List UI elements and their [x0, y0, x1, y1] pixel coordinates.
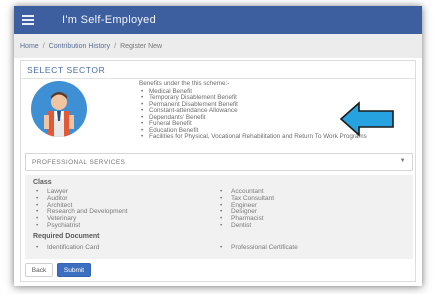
arrow-left-icon — [339, 101, 394, 137]
breadcrumb-separator: / — [114, 42, 117, 50]
breadcrumb: Home / Contribution History / Register N… — [14, 34, 422, 58]
document-item: Professional Certificate — [217, 244, 407, 252]
back-button[interactable]: Back — [25, 263, 53, 277]
caret-down-icon: ▼ — [399, 158, 406, 164]
benefits-intro: Benefits under the this scheme:- — [139, 80, 230, 87]
class-list-right: Accountant Tax Consultant Engineer Desig… — [217, 188, 407, 230]
breadcrumb-register-new: Register New — [120, 42, 163, 50]
class-list-left: Lawyer Auditor Architect Research and De… — [33, 188, 223, 230]
class-item: Psychiatrist — [33, 222, 223, 230]
worker-avatar-icon — [31, 81, 87, 137]
document-list-right: Professional Certificate — [217, 244, 407, 252]
document-list-left: Identification Card — [33, 244, 223, 252]
section-title: SELECT SECTOR — [21, 61, 415, 79]
app-title: I'm Self-Employed — [62, 14, 157, 26]
breadcrumb-home[interactable]: Home — [20, 43, 39, 50]
class-label: Class — [33, 179, 52, 186]
select-sector-card: SELECT SECTOR Benefits under the this sc… — [20, 60, 416, 282]
required-document-label: Required Document — [33, 233, 100, 240]
submit-button[interactable]: Submit — [57, 263, 91, 277]
class-item: Dentist — [217, 222, 407, 230]
hamburger-icon[interactable] — [22, 15, 36, 25]
breadcrumb-separator: / — [42, 42, 45, 50]
document-item: Identification Card — [33, 244, 223, 252]
app-window: I'm Self-Employed Home / Contribution Hi… — [14, 6, 422, 286]
breadcrumb-contribution-history[interactable]: Contribution History — [49, 43, 110, 50]
class-panel: Class Lawyer Auditor Architect Research … — [25, 175, 413, 259]
top-bar: I'm Self-Employed — [14, 6, 422, 34]
sector-select[interactable]: PROFESSIONAL SERVICES ▼ — [25, 153, 413, 171]
sector-select-value: PROFESSIONAL SERVICES — [32, 158, 126, 166]
